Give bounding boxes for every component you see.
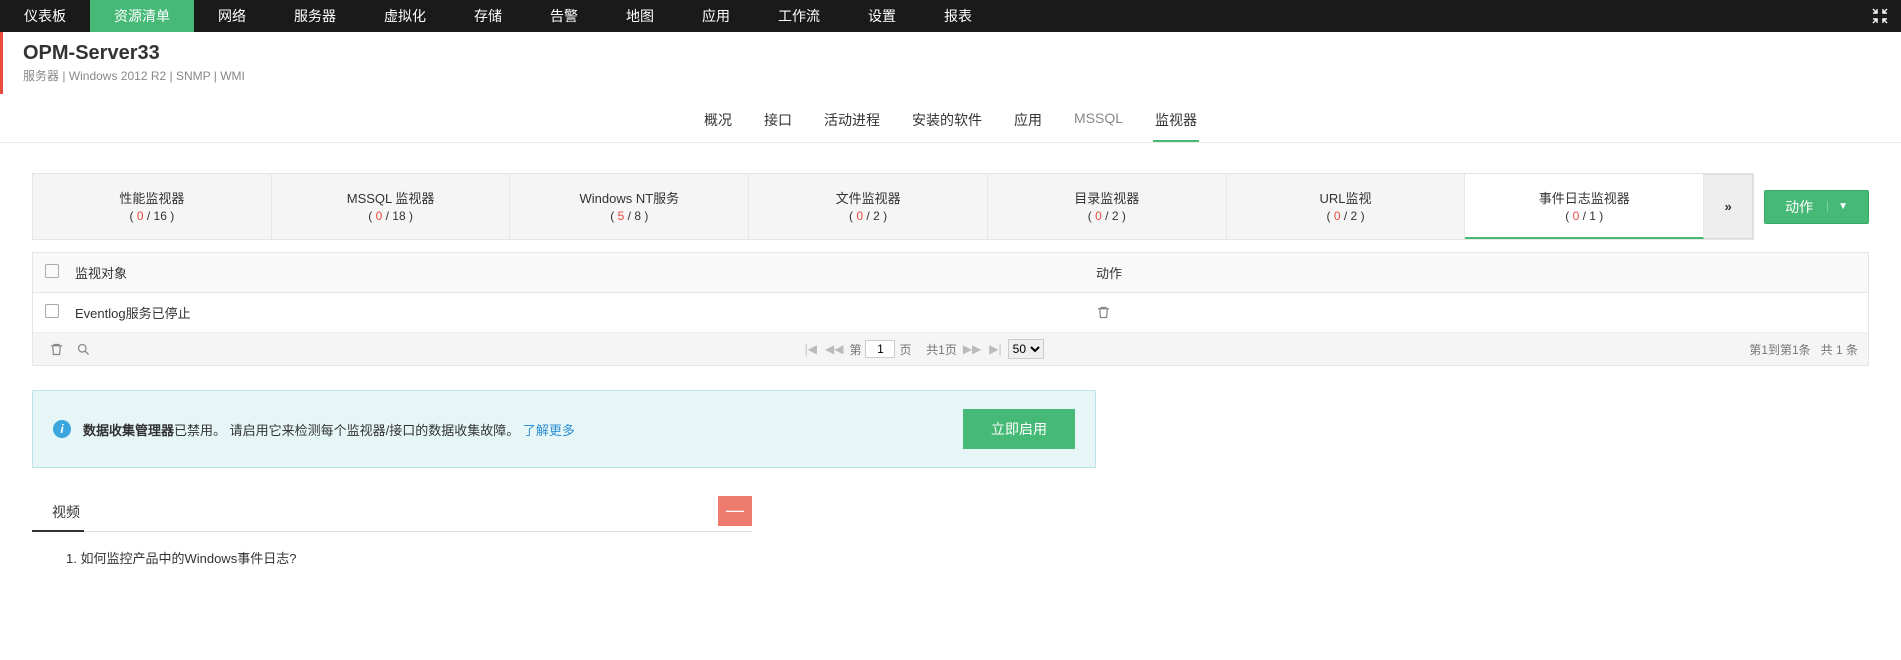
monitor-tab-nt-service[interactable]: Windows NT服务 ( 5 / 8 ) xyxy=(510,174,749,239)
nav-storage[interactable]: 存储 xyxy=(450,0,526,32)
detail-tabs: 概况 接口 活动进程 安装的软件 应用 MSSQL 监视器 xyxy=(0,100,1901,143)
nav-virtualization[interactable]: 虚拟化 xyxy=(360,0,450,32)
collapse-section-button[interactable]: — xyxy=(718,496,752,526)
nav-alarm[interactable]: 告警 xyxy=(526,0,602,32)
monitor-tab-count: ( 0 / 16 ) xyxy=(41,209,263,223)
monitor-tab-directory[interactable]: 目录监视器 ( 0 / 2 ) xyxy=(988,174,1227,239)
action-button-label: 动作 xyxy=(1785,197,1813,217)
nav-app[interactable]: 应用 xyxy=(678,0,754,32)
monitor-tab-label: URL监视 xyxy=(1235,188,1457,207)
monitor-more-button[interactable]: » xyxy=(1703,174,1753,239)
monitor-tab-url[interactable]: URL监视 ( 0 / 2 ) xyxy=(1227,174,1466,239)
table-footer: |◀ ◀◀ 第 页 共1页 ▶▶ ▶| 50 第1到第1条 共 1 条 xyxy=(33,333,1868,365)
video-section: 视频 — 1. 如何监控产品中的Windows事件日志? xyxy=(32,494,752,567)
page-size-select[interactable]: 50 xyxy=(1008,339,1044,359)
first-page-icon[interactable]: |◀ xyxy=(803,342,819,356)
page-title: OPM-Server33 xyxy=(23,42,1881,65)
tab-software[interactable]: 安装的软件 xyxy=(910,100,984,142)
nav-workflow[interactable]: 工作流 xyxy=(754,0,844,32)
monitor-tab-label: Windows NT服务 xyxy=(518,188,740,207)
pager-range: 第1到第1条 xyxy=(1749,343,1810,357)
monitor-tab-performance[interactable]: 性能监视器 ( 0 / 16 ) xyxy=(33,174,272,239)
monitor-tab-count: ( 0 / 2 ) xyxy=(757,209,979,223)
monitor-tab-count: ( 5 / 8 ) xyxy=(518,209,740,223)
next-page-icon[interactable]: ▶▶ xyxy=(961,342,983,356)
nav-report[interactable]: 报表 xyxy=(920,0,996,32)
action-dropdown-button[interactable]: 动作 ▼ xyxy=(1764,190,1869,224)
pager-count: 共 1 条 xyxy=(1821,343,1858,357)
tab-mssql[interactable]: MSSQL xyxy=(1072,100,1125,142)
row-name[interactable]: Eventlog服务已停止 xyxy=(75,303,1096,322)
prev-page-icon[interactable]: ◀◀ xyxy=(823,342,845,356)
banner-text: 数据收集管理器已禁用。 请启用它来检测每个监视器/接口的数据收集故障。 了解更多 xyxy=(83,420,951,439)
tab-overview[interactable]: 概况 xyxy=(702,100,734,142)
nav-dashboard[interactable]: 仪表板 xyxy=(0,0,90,32)
top-navbar: 仪表板 资源清单 网络 服务器 虚拟化 存储 告警 地图 应用 工作流 设置 报… xyxy=(0,0,1901,32)
row-checkbox[interactable] xyxy=(45,304,59,318)
nav-map[interactable]: 地图 xyxy=(602,0,678,32)
monitor-tab-label: MSSQL 监视器 xyxy=(280,188,502,207)
chevron-down-icon: ▼ xyxy=(1827,201,1848,212)
pager-total: 共1页 xyxy=(926,341,957,358)
monitor-tab-count: ( 0 / 1 ) xyxy=(1473,209,1695,223)
nav-server[interactable]: 服务器 xyxy=(270,0,360,32)
learn-more-link[interactable]: 了解更多 xyxy=(523,423,575,438)
monitor-tab-count: ( 0 / 18 ) xyxy=(280,209,502,223)
enable-now-button[interactable]: 立即启用 xyxy=(963,409,1075,449)
video-tab[interactable]: 视频 xyxy=(32,494,84,532)
nav-settings[interactable]: 设置 xyxy=(844,0,920,32)
monitor-tab-label: 性能监视器 xyxy=(41,188,263,207)
select-all-checkbox[interactable] xyxy=(45,264,59,278)
monitor-tabs: 性能监视器 ( 0 / 16 ) MSSQL 监视器 ( 0 / 18 ) Wi… xyxy=(32,173,1754,240)
monitor-tab-label: 目录监视器 xyxy=(996,188,1218,207)
tab-application[interactable]: 应用 xyxy=(1012,100,1044,142)
monitor-tab-count: ( 0 / 2 ) xyxy=(996,209,1218,223)
info-banner: i 数据收集管理器已禁用。 请启用它来检测每个监视器/接口的数据收集故障。 了解… xyxy=(32,390,1096,468)
column-header-name[interactable]: 监视对象 xyxy=(75,263,1096,282)
monitor-tab-label: 事件日志监视器 xyxy=(1473,188,1695,207)
monitor-tab-mssql[interactable]: MSSQL 监视器 ( 0 / 18 ) xyxy=(272,174,511,239)
pager-prefix: 第 xyxy=(849,341,861,358)
page-header: OPM-Server33 服务器 | Windows 2012 R2 | SNM… xyxy=(0,32,1901,94)
collapse-icon[interactable] xyxy=(1859,0,1901,32)
tab-process[interactable]: 活动进程 xyxy=(822,100,882,142)
delete-icon[interactable] xyxy=(1096,305,1856,320)
column-header-action: 动作 xyxy=(1096,263,1856,282)
monitor-table: 监视对象 动作 Eventlog服务已停止 |◀ ◀◀ 第 xyxy=(32,252,1869,366)
tab-interface[interactable]: 接口 xyxy=(762,100,794,142)
monitor-tab-count: ( 0 / 2 ) xyxy=(1235,209,1457,223)
pager-suffix: 页 xyxy=(899,341,911,358)
info-icon: i xyxy=(53,420,71,438)
monitor-tab-eventlog[interactable]: 事件日志监视器 ( 0 / 1 ) xyxy=(1465,174,1704,239)
page-input[interactable] xyxy=(865,340,895,358)
table-header: 监视对象 动作 xyxy=(33,253,1868,293)
search-icon[interactable] xyxy=(70,342,97,357)
monitor-tab-label: 文件监视器 xyxy=(757,188,979,207)
last-page-icon[interactable]: ▶| xyxy=(987,342,1003,356)
delete-selected-icon[interactable] xyxy=(43,342,70,357)
monitor-tab-file[interactable]: 文件监视器 ( 0 / 2 ) xyxy=(749,174,988,239)
table-row: Eventlog服务已停止 xyxy=(33,293,1868,333)
video-list-item[interactable]: 1. 如何监控产品中的Windows事件日志? xyxy=(32,532,752,567)
page-subtitle: 服务器 | Windows 2012 R2 | SNMP | WMI xyxy=(23,67,1881,84)
nav-network[interactable]: 网络 xyxy=(194,0,270,32)
nav-inventory[interactable]: 资源清单 xyxy=(90,0,194,32)
tab-monitor[interactable]: 监视器 xyxy=(1153,100,1199,142)
